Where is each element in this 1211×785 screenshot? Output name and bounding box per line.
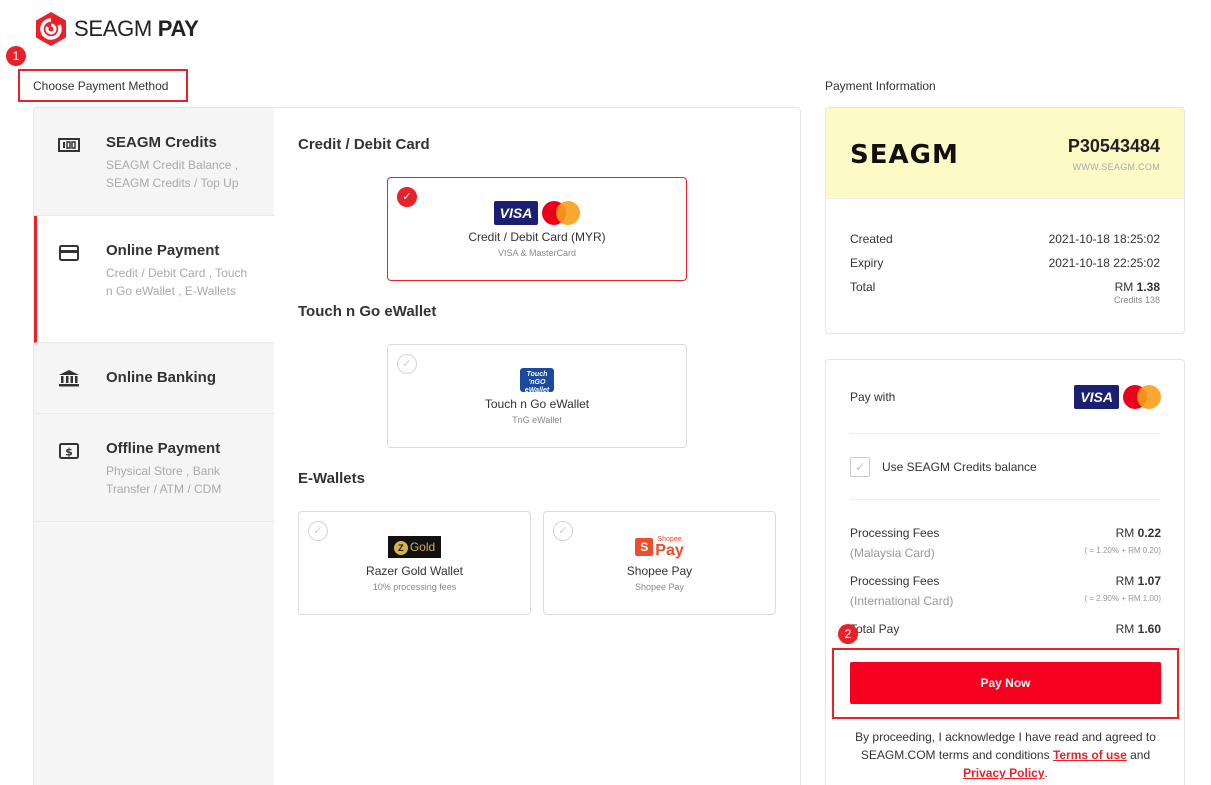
site-url: WWW.SEAGM.COM [1072,162,1160,172]
privacy-policy-link[interactable]: Privacy Policy [963,766,1044,780]
option-shopee-pay[interactable]: ✓ S Shopee Pay Shopee Pay Shopee Pay [543,511,776,615]
unselected-check-icon: ✓ [553,521,573,541]
logo-text: SEAGM PAY [74,16,199,41]
pay-with-row: Pay with VISA [850,360,1161,434]
group-title-tng: Touch n Go eWallet [298,303,437,320]
payment-method-panel: SEAGM Credits SEAGM Credit Balance , SEA… [33,107,801,785]
use-credits-toggle[interactable]: ✓ Use SEAGM Credits balance [850,434,1161,500]
option-sub: Shopee Pay [634,582,685,592]
payment-info-card: SEAGM P30543484 WWW.SEAGM.COM Created 202… [825,107,1185,334]
sidebar-item-desc: SEAGM Credit Balance , SEAGM Credits / T… [106,158,239,190]
visa-logo: VISA [1074,384,1119,409]
mastercard-logo [1123,384,1161,409]
option-sub: TnG eWallet [512,415,562,425]
use-credits-checkbox[interactable]: ✓ [850,456,870,477]
pay-summary-card: Pay with VISA ✓ Use SEAGM Credits balanc… [825,359,1185,785]
sidebar-item-online-payment[interactable]: Online Payment Credit / Debit Card , Tou… [34,216,274,343]
sidebar-item-online-banking[interactable]: Online Banking [34,343,274,414]
option-name: Razer Gold Wallet [366,564,463,578]
terms-of-use-link[interactable]: Terms of use [1053,748,1127,762]
group-title-ewallets: E-Wallets [298,470,365,487]
total-pay-row: Total Pay RM 1.60 [850,622,1161,636]
sidebar-item-title: Online Payment [106,242,220,259]
option-touch-n-go[interactable]: ✓ Touch'nGO eWallet Touch n Go eWallet Tn… [387,344,687,448]
info-header: SEAGM P30543484 WWW.SEAGM.COM [826,108,1184,199]
option-name: Shopee Pay [626,564,693,578]
pay-with-logos: VISA [1074,384,1161,410]
razer-gold-logo: Z Gold [387,536,442,558]
card-icon [59,245,79,261]
option-credit-debit-card[interactable]: ✓ VISA Credit / Debit Card (MYR) VISA & … [387,177,687,281]
card-logos: VISA [388,200,686,226]
credits-icon [58,138,80,152]
sidebar-item-desc: Physical Store , Bank Transfer / ATM / C… [106,464,222,496]
fee-malaysia: Processing Fees RM 0.22 (Malaysia Card)( … [850,526,1161,560]
mastercard-logo [542,201,581,225]
touch-n-go-logo: Touch'nGO eWallet [520,368,554,394]
seagm-pay-logo[interactable]: SEAGM PAY [34,11,199,47]
option-razer-gold[interactable]: ✓ Z Gold Razer Gold Wallet 10% processing… [298,511,531,615]
sidebar-item-title: Online Banking [106,369,217,386]
sidebar-item-title: Offline Payment [106,440,221,457]
selected-check-icon: ✓ [397,187,417,207]
order-id: P30543484 [1067,136,1160,156]
shopee-pay-logo: S Shopee Pay [635,536,684,559]
use-credits-label: Use SEAGM Credits balance [882,459,1037,474]
created-row: Created 2021-10-18 18:25:02 [850,232,1160,246]
shopee-logo-wrap: S Shopee Pay [544,534,775,560]
option-name: Touch n Go eWallet [484,397,590,411]
tng-logo-wrap: Touch'nGO eWallet [388,367,686,394]
seagm-logo-icon [36,12,66,46]
unselected-check-icon: ✓ [308,521,328,541]
choose-payment-title: Choose Payment Method [33,79,169,93]
annotation-badge-1: 1 [6,46,26,66]
razer-logo-wrap: Z Gold [299,534,530,560]
option-sub: 10% processing fees [372,582,457,592]
credits-amount: Credits 138 [1113,295,1160,305]
svg-text:$: $ [65,446,73,459]
info-rows: Created 2021-10-18 18:25:02 Expiry 2021-10… [826,199,1184,305]
sidebar-item-offline-payment[interactable]: $ Offline Payment Physical Store , Bank … [34,414,274,522]
seagm-wordmark: SEAGM [850,140,959,170]
option-name: Credit / Debit Card (MYR) [468,230,606,244]
fee-international: Processing Fees RM 1.07 (International Ca… [850,574,1161,608]
payment-info-title: Payment Information [825,79,936,93]
sidebar-item-seagm-credits[interactable]: SEAGM Credits SEAGM Credit Balance , SEA… [34,108,274,216]
annotation-box-2 [832,648,1179,719]
payment-category-sidebar: SEAGM Credits SEAGM Credit Balance , SEA… [34,108,274,785]
terms-text: By proceeding, I acknowledge I have read… [855,730,1156,780]
sidebar-item-title: SEAGM Credits [106,134,217,151]
bank-icon [59,370,79,387]
cash-icon: $ [59,443,79,459]
visa-logo: VISA [493,201,539,225]
expiry-row: Expiry 2021-10-18 22:25:02 [850,256,1160,270]
option-sub: VISA & MasterCard [497,248,577,258]
annotation-badge-2: 2 [838,624,858,644]
sidebar-item-desc: Credit / Debit Card , Touch n Go eWallet… [106,266,248,298]
unselected-check-icon: ✓ [397,354,417,374]
group-title-card: Credit / Debit Card [298,136,430,153]
pay-with-label: Pay with [850,389,896,404]
